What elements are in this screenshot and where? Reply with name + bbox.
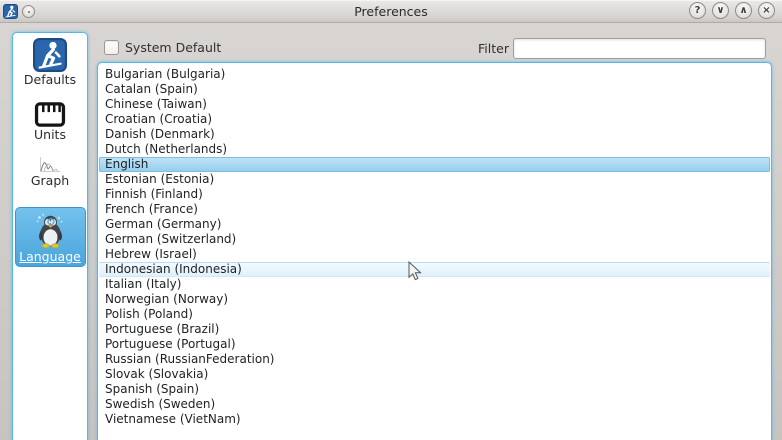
language-row[interactable]: French (France)	[99, 202, 770, 217]
language-row[interactable]: Polish (Poland)	[99, 307, 770, 322]
help-button[interactable]: ?	[689, 2, 706, 19]
system-default-label[interactable]: System Default	[125, 40, 221, 55]
language-row[interactable]: Norwegian (Norway)	[99, 292, 770, 307]
close-button[interactable]: ×	[758, 2, 775, 19]
ruler-icon	[34, 102, 66, 127]
language-row[interactable]: Portuguese (Brazil)	[99, 322, 770, 337]
language-row[interactable]: Croatian (Croatia)	[99, 112, 770, 127]
language-row[interactable]: German (Switzerland)	[99, 232, 770, 247]
language-row[interactable]: Danish (Denmark)	[99, 127, 770, 142]
sidebar-item-label: Defaults	[24, 72, 76, 87]
sidebar-item-language[interactable]: Language	[15, 207, 86, 267]
filter-label: Filter	[478, 41, 509, 56]
language-row[interactable]: Finnish (Finland)	[99, 187, 770, 202]
graph-icon	[39, 156, 61, 173]
filter-input[interactable]	[513, 38, 766, 59]
language-row[interactable]: German (Germany)	[99, 217, 770, 232]
language-row[interactable]: English	[99, 157, 770, 172]
language-row[interactable]: Slovak (Slovakia)	[99, 367, 770, 382]
language-row[interactable]: Estonian (Estonia)	[99, 172, 770, 187]
sidebar-item-graph[interactable]: Graph	[15, 156, 85, 188]
penguin-icon	[32, 212, 69, 249]
language-row[interactable]: Catalan (Spain)	[99, 82, 770, 97]
language-row[interactable]: Dutch (Netherlands)	[99, 142, 770, 157]
sidebar-item-label: Graph	[31, 173, 69, 188]
sidebar-item-label: Units	[34, 127, 66, 142]
window-title: Preferences	[0, 4, 782, 19]
main-area: Defaults Units Graph Language System Defaul…	[0, 23, 782, 440]
language-row[interactable]: Vietnamese (VietNam)	[99, 412, 770, 427]
language-row[interactable]: Hebrew (Israel)	[99, 247, 770, 262]
athlete-icon	[33, 38, 67, 72]
maximize-button[interactable]: ∧	[735, 2, 752, 19]
sidebar: Defaults Units Graph Language	[12, 32, 88, 440]
language-row[interactable]: Indonesian (Indonesia)	[99, 262, 770, 277]
titlebar-buttons: ? ∨ ∧ ×	[689, 2, 775, 19]
language-row[interactable]: Russian (RussianFederation)	[99, 352, 770, 367]
preferences-window: Preferences ? ∨ ∧ × Defaults Units Graph Langu…	[0, 0, 782, 440]
language-row[interactable]: Portuguese (Portugal)	[99, 337, 770, 352]
sidebar-item-defaults[interactable]: Defaults	[15, 38, 85, 87]
language-row[interactable]: Spanish (Spain)	[99, 382, 770, 397]
language-row[interactable]: Swedish (Sweden)	[99, 397, 770, 412]
language-row[interactable]: Bulgarian (Bulgaria)	[99, 67, 770, 82]
language-row[interactable]: Chinese (Taiwan)	[99, 97, 770, 112]
sidebar-item-label: Language	[19, 249, 81, 264]
minimize-button[interactable]: ∨	[712, 2, 729, 19]
titlebar: Preferences ? ∨ ∧ ×	[0, 0, 782, 23]
language-row[interactable]: Italian (Italy)	[99, 277, 770, 292]
sidebar-item-units[interactable]: Units	[15, 102, 85, 142]
language-list: Bulgarian (Bulgaria)Catalan (Spain)Chine…	[97, 62, 772, 440]
system-default-checkbox[interactable]	[104, 40, 119, 55]
